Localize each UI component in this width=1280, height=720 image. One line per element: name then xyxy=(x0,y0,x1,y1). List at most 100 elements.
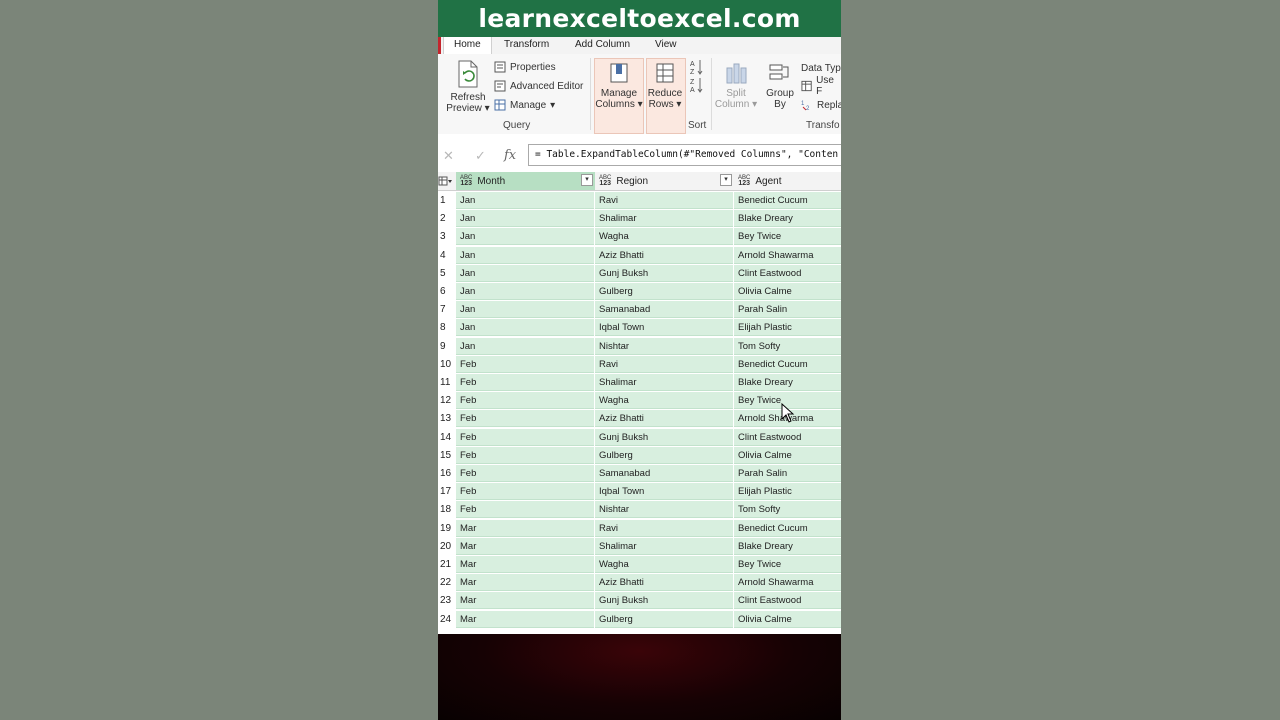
sort-descending-button[interactable]: ZA xyxy=(690,78,704,93)
cell-agent[interactable]: Tom Softy xyxy=(734,501,841,519)
column-header-region[interactable]: ABC 123 Region ▾ xyxy=(595,172,734,190)
cell-month[interactable]: Feb xyxy=(456,501,594,519)
cell-agent[interactable]: Blake Dreary xyxy=(734,374,841,391)
row-number[interactable]: 8 xyxy=(440,319,456,337)
row-number[interactable]: 20 xyxy=(440,538,456,556)
cell-agent[interactable]: Clint Eastwood xyxy=(734,592,841,610)
fx-icon[interactable]: fx xyxy=(504,148,516,163)
cell-region[interactable]: Iqbal Town xyxy=(595,319,733,337)
cell-region[interactable]: Wagha xyxy=(595,228,733,246)
row-number[interactable]: 9 xyxy=(440,338,456,356)
cell-region[interactable]: Samanabad xyxy=(595,465,733,482)
data-type-button[interactable]: Data Typ xyxy=(801,61,841,75)
cell-agent[interactable]: Arnold Shawarma xyxy=(734,574,841,592)
cell-agent[interactable]: Olivia Calme xyxy=(734,446,841,464)
cell-month[interactable]: Jan xyxy=(456,301,594,319)
row-number[interactable]: 21 xyxy=(440,556,456,574)
row-number[interactable]: 19 xyxy=(440,520,456,538)
cell-region[interactable]: Wagha xyxy=(595,392,733,410)
column-header-agent[interactable]: ABC 123 Agent xyxy=(734,172,841,190)
column-header-month[interactable]: ABC 123 Month ▾ xyxy=(456,172,595,190)
cell-agent[interactable]: Clint Eastwood xyxy=(734,264,841,282)
cell-region[interactable]: Shalimar xyxy=(595,537,733,555)
cell-month[interactable]: Mar xyxy=(456,537,594,555)
manage-columns-button[interactable]: Manage Columns ▾ xyxy=(594,62,644,110)
properties-button[interactable]: Properties xyxy=(494,60,556,74)
row-number[interactable]: 13 xyxy=(440,410,456,428)
cell-region[interactable]: Ravi xyxy=(595,519,733,537)
cell-region[interactable]: Ravi xyxy=(595,192,733,209)
row-number[interactable]: 6 xyxy=(440,283,456,301)
row-number[interactable]: 14 xyxy=(440,429,456,447)
cell-region[interactable]: Shalimar xyxy=(595,374,733,391)
cell-agent[interactable]: Elijah Plastic xyxy=(734,483,841,501)
cell-month[interactable]: Mar xyxy=(456,556,594,573)
use-first-row-button[interactable]: Use F xyxy=(801,75,841,97)
row-number[interactable]: 2 xyxy=(440,210,456,228)
cell-agent[interactable]: Blake Dreary xyxy=(734,210,841,228)
cell-region[interactable]: Wagha xyxy=(595,556,733,573)
cell-agent[interactable]: Parah Salin xyxy=(734,301,841,319)
cell-month[interactable]: Feb xyxy=(456,483,594,501)
cell-region[interactable]: Gulberg xyxy=(595,283,733,300)
cancel-icon[interactable]: ✕ xyxy=(443,148,454,164)
cell-month[interactable]: Jan xyxy=(456,264,594,282)
tab-add-column[interactable]: Add Column xyxy=(575,37,630,54)
cell-region[interactable]: Shalimar xyxy=(595,210,733,228)
advanced-editor-button[interactable]: Advanced Editor xyxy=(494,79,583,93)
row-number[interactable]: 1 xyxy=(440,192,456,210)
row-number[interactable]: 5 xyxy=(440,265,456,283)
cell-month[interactable]: Mar xyxy=(456,610,594,628)
cell-agent[interactable]: Bey Twice xyxy=(734,228,841,246)
cell-month[interactable]: Jan xyxy=(456,319,594,337)
replace-values-button[interactable]: 12 Repla xyxy=(801,98,841,112)
table-menu-button[interactable] xyxy=(438,172,456,190)
row-number[interactable]: 4 xyxy=(440,247,456,265)
cell-region[interactable]: Iqbal Town xyxy=(595,483,733,501)
cell-month[interactable]: Feb xyxy=(456,428,594,446)
cell-month[interactable]: Jan xyxy=(456,337,594,355)
manage-button[interactable]: Manage ▾ xyxy=(494,98,555,112)
row-number[interactable]: 16 xyxy=(440,465,456,483)
cell-region[interactable]: Gunj Buksh xyxy=(595,428,733,446)
cell-month[interactable]: Jan xyxy=(456,192,594,209)
cell-agent[interactable]: Parah Salin xyxy=(734,465,841,482)
row-number[interactable]: 15 xyxy=(440,447,456,465)
cell-month[interactable]: Mar xyxy=(456,519,594,537)
row-number[interactable]: 10 xyxy=(440,356,456,374)
group-by-button[interactable]: Group By xyxy=(760,62,800,110)
cell-agent[interactable]: Olivia Calme xyxy=(734,610,841,628)
formula-input[interactable]: = Table.ExpandTableColumn(#"Removed Colu… xyxy=(528,144,841,166)
cell-agent[interactable]: Benedict Cucum xyxy=(734,192,841,209)
cell-region[interactable]: Aziz Bhatti xyxy=(595,410,733,428)
cell-agent[interactable]: Benedict Cucum xyxy=(734,519,841,537)
filter-dropdown-icon[interactable]: ▾ xyxy=(581,174,593,186)
cell-month[interactable]: Jan xyxy=(456,228,594,246)
tab-transform[interactable]: Transform xyxy=(504,37,549,54)
cell-region[interactable]: Nishtar xyxy=(595,337,733,355)
cell-region[interactable]: Gunj Buksh xyxy=(595,592,733,610)
cell-month[interactable]: Jan xyxy=(456,246,594,264)
cell-agent[interactable]: Benedict Cucum xyxy=(734,355,841,373)
row-number[interactable]: 22 xyxy=(440,574,456,592)
cell-month[interactable]: Feb xyxy=(456,355,594,373)
cell-region[interactable]: Aziz Bhatti xyxy=(595,574,733,592)
row-number[interactable]: 18 xyxy=(440,501,456,519)
row-number[interactable]: 23 xyxy=(440,592,456,610)
row-number[interactable]: 12 xyxy=(440,392,456,410)
cell-agent[interactable]: Elijah Plastic xyxy=(734,319,841,337)
cell-month[interactable]: Mar xyxy=(456,592,594,610)
cell-region[interactable]: Samanabad xyxy=(595,301,733,319)
cell-agent[interactable]: Arnold Shawarma xyxy=(734,246,841,264)
cell-agent[interactable]: Tom Softy xyxy=(734,337,841,355)
cell-agent[interactable]: Olivia Calme xyxy=(734,283,841,300)
cell-agent[interactable]: Bey Twice xyxy=(734,556,841,573)
filter-dropdown-icon[interactable]: ▾ xyxy=(720,174,732,186)
sort-ascending-button[interactable]: AZ xyxy=(690,60,704,75)
cell-region[interactable]: Aziz Bhatti xyxy=(595,246,733,264)
refresh-preview-button[interactable]: Refresh Preview ▾ xyxy=(445,60,491,114)
tab-view[interactable]: View xyxy=(655,37,677,54)
tab-home[interactable]: Home xyxy=(443,37,492,54)
cell-region[interactable]: Gunj Buksh xyxy=(595,264,733,282)
cell-month[interactable]: Mar xyxy=(456,574,594,592)
